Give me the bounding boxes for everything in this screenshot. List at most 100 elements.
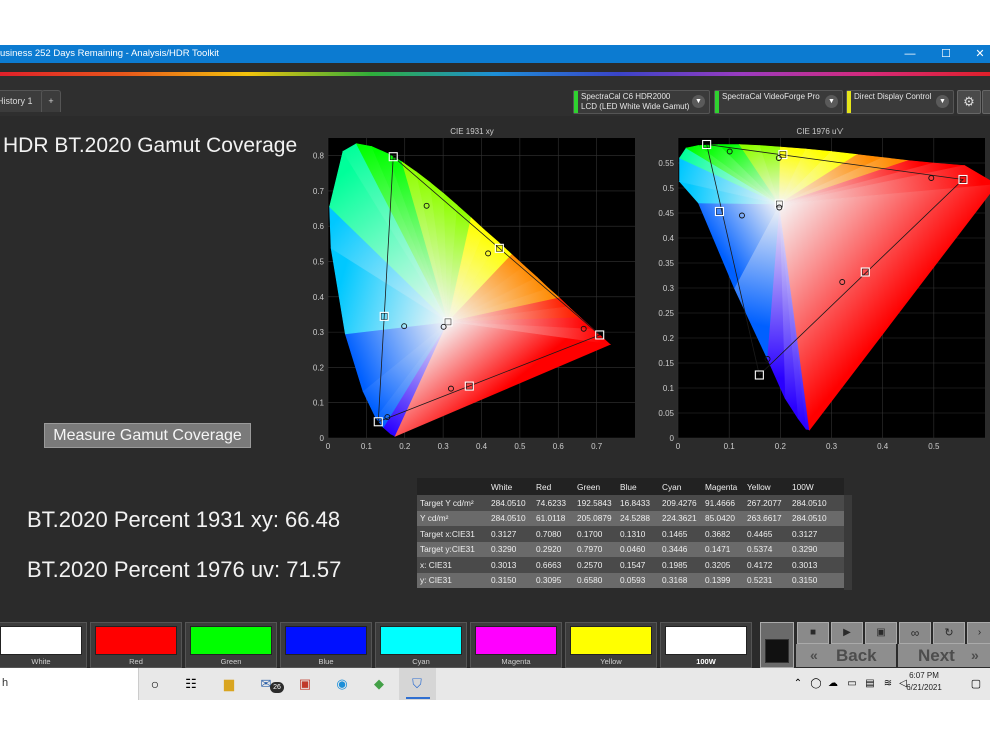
swatch-color: [570, 626, 652, 655]
shield-icon[interactable]: ⛉: [407, 674, 427, 694]
window-title: usiness 252 Days Remaining - Analysis/HD…: [0, 48, 219, 59]
meter-selector[interactable]: SpectraCal C6 HDR2000 LCD (LED White Wid…: [573, 90, 710, 114]
table-cell: 0.1547: [617, 557, 659, 573]
table-cell: 0.0593: [617, 572, 659, 588]
y-tick-label: 0.3: [313, 328, 325, 337]
swatch-green[interactable]: Green: [185, 622, 277, 668]
meter-name: SpectraCal C6 HDR2000: [581, 92, 671, 101]
back-button[interactable]: « Back: [796, 644, 896, 667]
table-cell: 284.0510: [789, 495, 844, 511]
panel-toggle-button[interactable]: [982, 90, 990, 114]
table-cell: 267.2077: [744, 495, 789, 511]
play-button[interactable]: ▶: [831, 622, 863, 644]
table-cell: 0.2920: [533, 541, 574, 557]
cie1931-chart: CIE 1931 xy 0 0.1 0.2 0.3 0.4 0.5 0.6 0.7 0 0.1 0.…: [313, 127, 635, 451]
table-cell: 0.3150: [488, 572, 533, 588]
display-control-selector[interactable]: Direct Display Control ▼: [846, 90, 954, 114]
table-cell: 0.4172: [744, 557, 789, 573]
table-cell: 263.6617: [744, 510, 789, 526]
y-tick-label: 0.5: [663, 184, 675, 193]
taskbar-search[interactable]: h: [0, 668, 139, 700]
table-cell: 0.3205: [702, 557, 744, 573]
table-cell: 0.6580: [574, 572, 617, 588]
swatch-color: [665, 626, 747, 655]
column-header: Cyan: [659, 478, 702, 495]
generator-name: SpectraCal VideoForge Pro: [722, 92, 820, 101]
swatch-label: Magenta: [501, 657, 531, 666]
table-cell: 85.0420: [702, 510, 744, 526]
cie1931-title: CIE 1931 xy: [450, 127, 494, 136]
gift-icon[interactable]: ▣: [295, 674, 315, 694]
generator-status-indicator: [715, 91, 719, 113]
more-button[interactable]: ›: [967, 622, 990, 644]
table-row: y: CIE31 0.3150 0.3095 0.6580 0.0593 0.3168 0.…: [417, 572, 844, 588]
back-arrow-icon: «: [810, 647, 818, 663]
table-cell: 0.1465: [659, 526, 702, 542]
battery-icon[interactable]: ▭: [842, 674, 862, 694]
table-cell: 0.1985: [659, 557, 702, 573]
widgets-icon[interactable]: ☷: [181, 674, 201, 694]
table-cell: 192.5843: [574, 495, 617, 511]
add-tab-button[interactable]: +: [41, 90, 61, 112]
x-tick-label: 0.1: [724, 442, 736, 451]
table-cell: 0.1700: [574, 526, 617, 542]
next-button[interactable]: Next »: [898, 644, 990, 667]
table-cell: 0.5374: [744, 541, 789, 557]
tab-history[interactable]: History 1: [0, 90, 44, 112]
swatch-yellow[interactable]: Yellow: [565, 622, 657, 668]
table-row: Y cd/m² 284.0510 61.0118 205.0879 24.5288 224…: [417, 510, 844, 526]
row-label: Target Y cd/m²: [417, 495, 488, 511]
x-tick-label: 0.1: [361, 442, 373, 451]
x-tick-label: 0.4: [476, 442, 488, 451]
x-tick-label: 0.3: [826, 442, 838, 451]
stop-button[interactable]: ■: [797, 622, 829, 644]
swatch-white[interactable]: White: [0, 622, 87, 668]
notifications-icon[interactable]: ▢: [966, 674, 986, 694]
swatch-label: Red: [129, 657, 143, 666]
swatch-red[interactable]: Red: [90, 622, 182, 668]
table-cell: 0.1471: [702, 541, 744, 557]
settings-button[interactable]: ⚙: [957, 90, 981, 114]
table-scrollbar[interactable]: [844, 495, 852, 590]
table-cell: 0.5231: [744, 572, 789, 588]
table-cell: 24.5288: [617, 510, 659, 526]
swatch-cyan[interactable]: Cyan: [375, 622, 467, 668]
loop-button[interactable]: ∞: [899, 622, 931, 644]
table-cell: 0.3150: [789, 572, 844, 588]
swatch-100w[interactable]: 100W: [660, 622, 752, 668]
notes-icon[interactable]: ▤: [860, 674, 880, 694]
save-button[interactable]: ▣: [865, 622, 897, 644]
page-title: HDR BT.2020 Gamut Coverage: [3, 134, 298, 157]
maximize-button[interactable]: ☐: [931, 45, 961, 63]
y-tick-label: 0.2: [313, 363, 325, 372]
swatch-color: [95, 626, 177, 655]
table-cell: 0.4465: [744, 526, 789, 542]
task-view-icon[interactable]: ○: [145, 674, 165, 694]
column-header: Magenta: [702, 478, 744, 495]
edge-browser-icon[interactable]: ◉: [332, 674, 352, 694]
column-header: Red: [533, 478, 574, 495]
display-control-name: Direct Display Control: [854, 92, 932, 101]
stop-icon: ■: [809, 627, 817, 638]
clock[interactable]: 6:07 PM 6/21/2021: [896, 670, 952, 694]
display-control-status-indicator: [847, 91, 851, 113]
minimize-button[interactable]: —: [895, 45, 925, 63]
swatch-color: [285, 626, 367, 655]
measure-gamut-button[interactable]: Measure Gamut Coverage: [44, 423, 251, 448]
chevron-up-icon[interactable]: ⌃: [788, 674, 808, 694]
swatch-magenta[interactable]: Magenta: [470, 622, 562, 668]
close-button[interactable]: ✕: [965, 45, 990, 63]
cloud-icon[interactable]: ☁: [823, 674, 843, 694]
app-icon[interactable]: ◆: [369, 674, 389, 694]
table-cell: 61.0118: [533, 510, 574, 526]
swatch-blue[interactable]: Blue: [280, 622, 372, 668]
refresh-button[interactable]: ↻: [933, 622, 965, 644]
file-explorer-icon[interactable]: ▆: [219, 674, 239, 694]
refresh-icon: ↻: [944, 627, 954, 639]
y-tick-label: 0.4: [663, 234, 675, 243]
mail-badge: 26: [270, 682, 284, 693]
back-label: Back: [836, 646, 877, 665]
x-tick-label: 0.7: [591, 442, 603, 451]
generator-selector[interactable]: SpectraCal VideoForge Pro ▼: [714, 90, 843, 114]
swatch-color: [475, 626, 557, 655]
